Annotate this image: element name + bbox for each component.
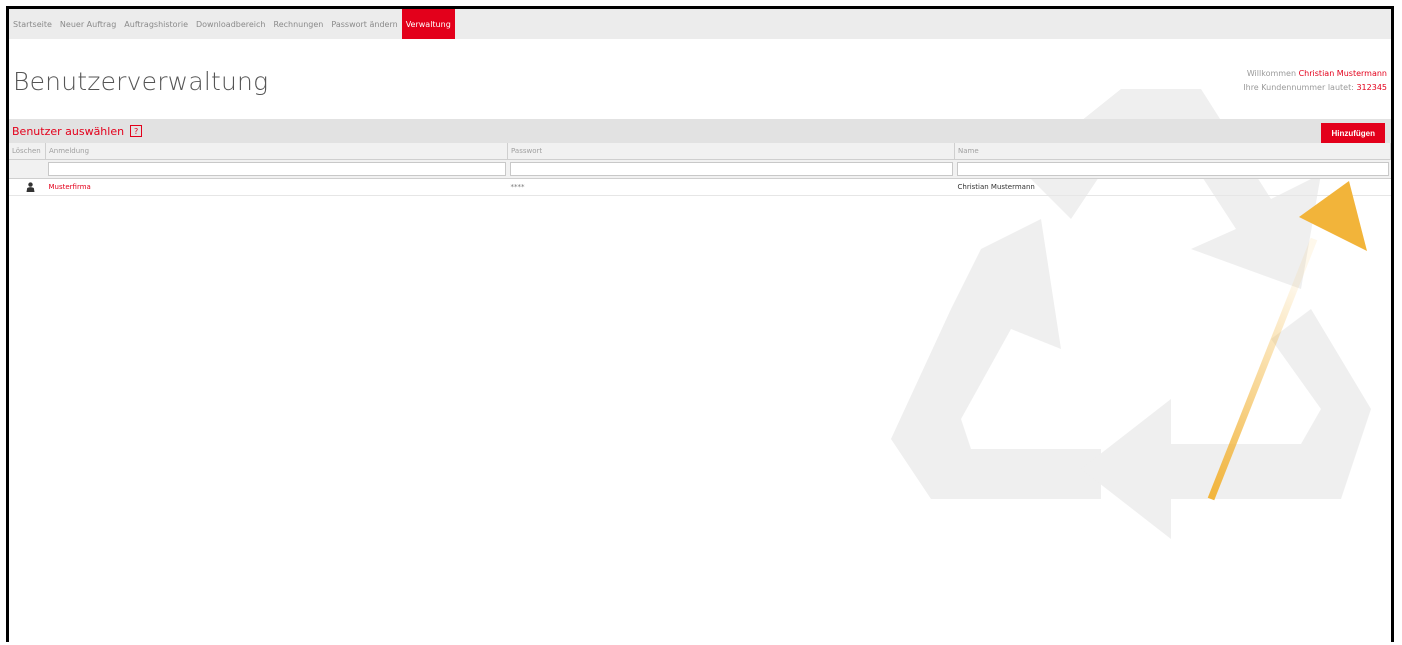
user-select-bar: Benutzer auswählen ? Hinzufügen [9, 119, 1391, 143]
table-row[interactable]: Musterfirma **** Christian Mustermann [9, 178, 1391, 196]
customer-number: 312345 [1356, 83, 1387, 92]
nav-item-auftragshistorie[interactable]: Auftragshistorie [120, 9, 192, 39]
app-frame: Startseite Neuer Auftrag Auftragshistori… [6, 6, 1394, 642]
add-user-button[interactable]: Hinzufügen [1321, 123, 1385, 143]
delete-cell[interactable] [9, 178, 46, 196]
users-table: Löschen Anmeldung Passwort Name Musterfi… [9, 143, 1391, 196]
filter-row [9, 159, 1391, 179]
filter-cell-anmeldung [45, 159, 508, 179]
filter-input-passwort[interactable] [509, 162, 953, 176]
section-title: Benutzer auswählen [12, 124, 125, 138]
page-title: Benutzerverwaltung [13, 67, 269, 96]
filter-cell-empty [9, 159, 46, 179]
column-header-anmeldung[interactable]: Anmeldung [45, 143, 508, 160]
login-cell[interactable]: Musterfirma [45, 178, 508, 196]
filter-input-anmeldung[interactable] [47, 162, 506, 176]
nav-item-neuer-auftrag[interactable]: Neuer Auftrag [56, 9, 120, 39]
filter-cell-passwort [507, 159, 955, 179]
nav-item-rechnungen[interactable]: Rechnungen [270, 9, 328, 39]
nav-item-passwort-aendern[interactable]: Passwort ändern [327, 9, 401, 39]
column-header-passwort[interactable]: Passwort [507, 143, 955, 160]
nav-item-downloadbereich[interactable]: Downloadbereich [192, 9, 270, 39]
top-navigation: Startseite Neuer Auftrag Auftragshistori… [9, 9, 1391, 39]
help-icon[interactable]: ? [130, 125, 143, 137]
table-header-row: Löschen Anmeldung Passwort Name [9, 143, 1391, 160]
customer-number-line: Ihre Kundennummer lautet: 312345 [1243, 81, 1387, 95]
column-header-name[interactable]: Name [954, 143, 1391, 160]
welcome-line: Willkommen Christian Mustermann [1243, 67, 1387, 81]
user-icon[interactable] [26, 182, 35, 192]
nav-item-verwaltung[interactable]: Verwaltung [401, 9, 455, 39]
column-header-loeschen[interactable]: Löschen [9, 143, 46, 160]
arrow-up-right-icon [1207, 181, 1367, 501]
password-cell: **** [507, 178, 955, 196]
welcome-panel: Willkommen Christian Mustermann Ihre Kun… [1243, 67, 1387, 95]
customer-number-prefix: Ihre Kundennummer lautet: [1243, 83, 1354, 92]
welcome-user-name[interactable]: Christian Mustermann [1299, 69, 1387, 78]
nav-item-startseite[interactable]: Startseite [9, 9, 56, 39]
welcome-prefix: Willkommen [1246, 69, 1297, 78]
